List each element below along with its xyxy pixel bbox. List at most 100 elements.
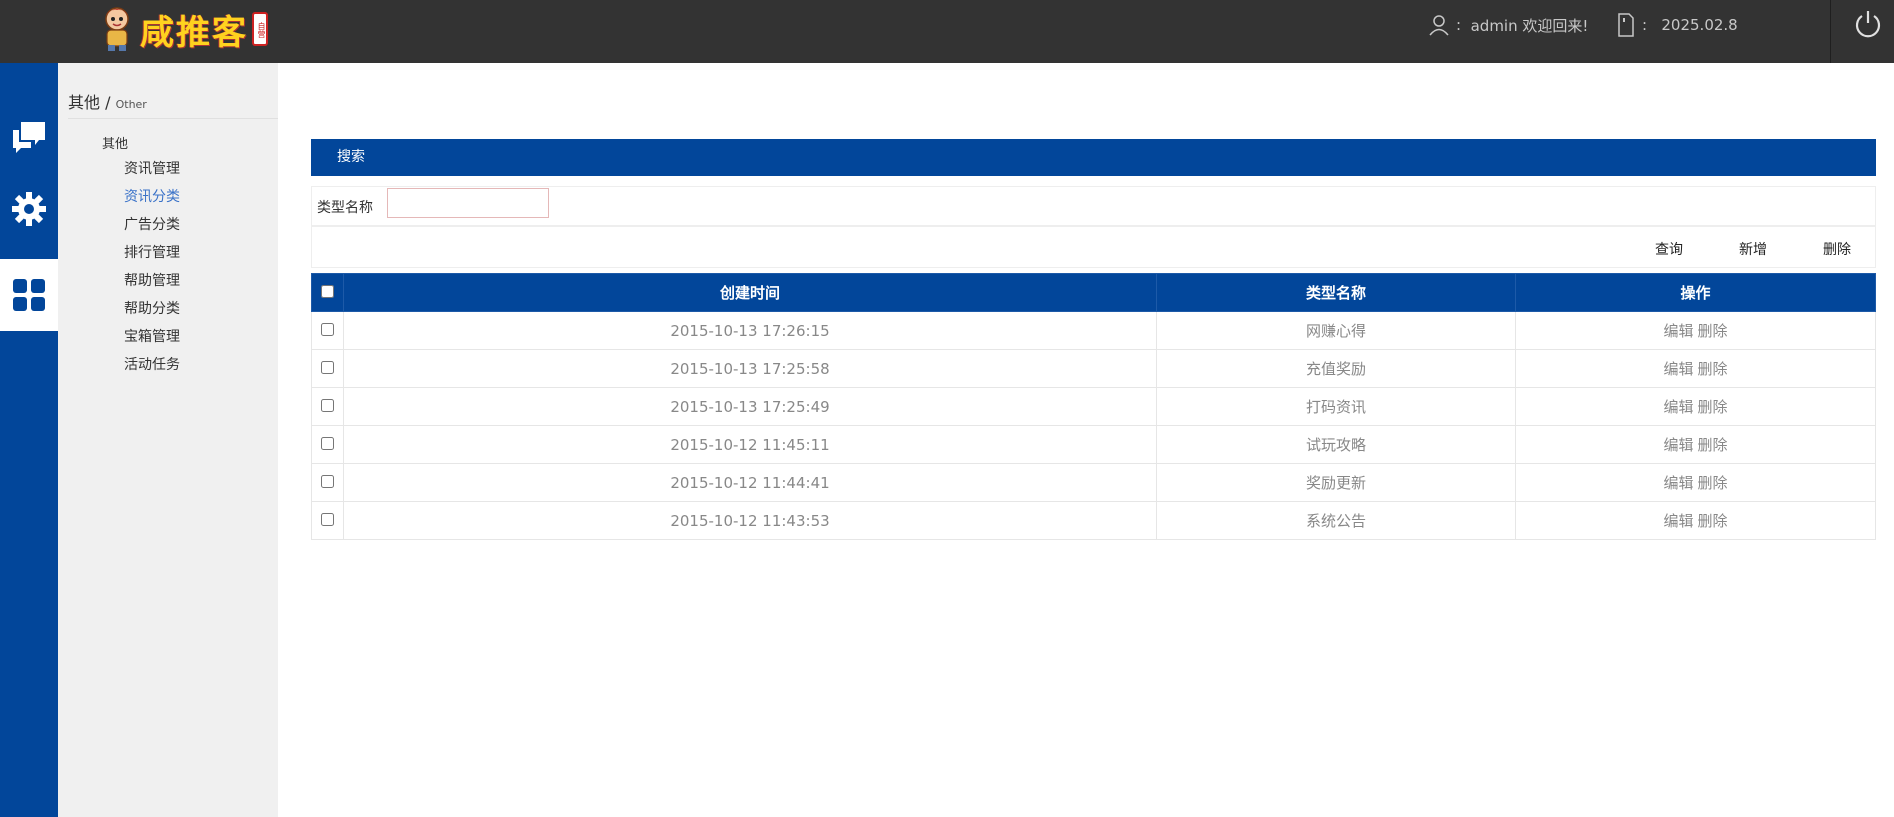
chat-icon <box>13 122 45 153</box>
cell-type-name: 充值奖励 <box>1156 349 1516 388</box>
category-table: 创建时间 类型名称 操作 2015-10-13 17:26:15 网赚心得 编辑 删除… <box>311 273 1876 540</box>
date-display: : 2025.02.8 <box>1616 12 1738 38</box>
row-checkbox[interactable] <box>321 512 334 526</box>
action-toolbar: 查询 新增 删除 <box>311 226 1876 268</box>
add-button[interactable]: 新增 <box>1739 239 1767 259</box>
cell-operations: 编辑 删除 <box>1515 501 1876 540</box>
search-row: 类型名称 <box>311 186 1876 226</box>
row-checkbox[interactable] <box>321 436 334 450</box>
breadcrumb: 其他 / Other <box>68 89 278 119</box>
table-row: 2015-10-12 11:45:11 试玩攻略 编辑 删除 <box>311 425 1876 464</box>
row-checkbox[interactable] <box>321 360 334 374</box>
row-checkbox[interactable] <box>321 398 334 412</box>
rail-item-apps[interactable] <box>0 259 58 331</box>
user-greeting: : admin 欢迎回来! <box>1428 12 1588 38</box>
table-row: 2015-10-13 17:25:49 打码资讯 编辑 删除 <box>311 387 1876 426</box>
sidebar-item-help-category[interactable]: 帮助分类 <box>124 295 180 323</box>
breadcrumb-main: 其他 <box>68 93 101 112</box>
cell-operations: 编辑 删除 <box>1515 463 1876 502</box>
header-type-name: 类型名称 <box>1156 273 1516 312</box>
user-text: admin 欢迎回来! <box>1470 16 1589 35</box>
rail-item-settings[interactable] <box>0 173 58 245</box>
date-text: 2025.02.8 <box>1661 16 1738 34</box>
cell-type-name: 系统公告 <box>1156 501 1516 540</box>
cell-created-time: 2015-10-12 11:45:11 <box>343 425 1157 464</box>
logo-text: 咸推客 <box>140 12 248 53</box>
mascot-icon <box>96 5 138 53</box>
sidebar-item-ranking[interactable]: 排行管理 <box>124 239 180 267</box>
gear-icon <box>12 192 46 226</box>
delete-link[interactable]: 删除 <box>1698 512 1728 530</box>
edit-link[interactable]: 编辑 <box>1663 512 1693 530</box>
power-icon[interactable] <box>1852 8 1884 40</box>
cell-created-time: 2015-10-12 11:43:53 <box>343 501 1157 540</box>
breadcrumb-sub: Other <box>115 98 147 111</box>
table-row: 2015-10-13 17:26:15 网赚心得 编辑 删除 <box>311 311 1876 350</box>
table-row: 2015-10-12 11:43:53 系统公告 编辑 删除 <box>311 501 1876 540</box>
edit-link[interactable]: 编辑 <box>1663 322 1693 340</box>
type-name-input[interactable] <box>387 188 549 218</box>
table-row: 2015-10-12 11:44:41 奖励更新 编辑 删除 <box>311 463 1876 502</box>
row-select-cell <box>311 463 344 502</box>
menu-group-label: 其他 <box>102 137 129 152</box>
edit-link[interactable]: 编辑 <box>1663 360 1693 378</box>
row-select-cell <box>311 425 344 464</box>
phone-icon <box>1618 13 1634 37</box>
row-select-cell <box>311 311 344 350</box>
sidebar: 其他 / Other 其他 资讯管理 资讯分类 广告分类 排行管理 帮助管理 帮… <box>58 63 278 817</box>
delete-link[interactable]: 删除 <box>1698 322 1728 340</box>
row-checkbox[interactable] <box>321 474 334 488</box>
user-icon <box>1429 15 1449 36</box>
header-created-time: 创建时间 <box>343 273 1157 312</box>
sidebar-item-treasure[interactable]: 宝箱管理 <box>124 323 180 351</box>
sidebar-item-help-manage[interactable]: 帮助管理 <box>124 267 180 295</box>
top-divider <box>1830 0 1831 63</box>
edit-link[interactable]: 编辑 <box>1663 398 1693 416</box>
row-checkbox[interactable] <box>321 322 334 336</box>
delete-button[interactable]: 删除 <box>1823 239 1851 259</box>
icon-rail <box>0 63 58 817</box>
cell-created-time: 2015-10-13 17:25:58 <box>343 349 1157 388</box>
edit-link[interactable]: 编辑 <box>1663 436 1693 454</box>
cell-operations: 编辑 删除 <box>1515 349 1876 388</box>
cell-operations: 编辑 删除 <box>1515 425 1876 464</box>
delete-link[interactable]: 删除 <box>1698 398 1728 416</box>
search-panel-title: 搜索 <box>311 139 1876 176</box>
row-select-cell <box>311 501 344 540</box>
cell-type-name: 打码资讯 <box>1156 387 1516 426</box>
edit-link[interactable]: 编辑 <box>1663 474 1693 492</box>
user-prefix: : <box>1456 16 1462 34</box>
rail-item-messages[interactable] <box>0 101 58 173</box>
cell-operations: 编辑 删除 <box>1515 387 1876 426</box>
row-select-cell <box>311 349 344 388</box>
date-prefix: : <box>1642 16 1648 34</box>
cell-type-name: 奖励更新 <box>1156 463 1516 502</box>
delete-link[interactable]: 删除 <box>1698 474 1728 492</box>
logo-seal: 自营 <box>252 12 268 46</box>
type-name-label: 类型名称 <box>317 200 373 216</box>
select-all-cell <box>311 273 344 312</box>
sidebar-item-ad-category[interactable]: 广告分类 <box>124 211 180 239</box>
delete-link[interactable]: 删除 <box>1698 360 1728 378</box>
query-button[interactable]: 查询 <box>1655 239 1683 259</box>
cell-created-time: 2015-10-13 17:26:15 <box>343 311 1157 350</box>
grid-icon <box>13 279 45 311</box>
select-all-checkbox[interactable] <box>321 284 334 298</box>
logo[interactable]: 咸推客 自营 <box>96 2 268 56</box>
cell-created-time: 2015-10-12 11:44:41 <box>343 463 1157 502</box>
top-bar: 咸推客 自营 : admin 欢迎回来! : 2025.02.8 <box>0 0 1894 63</box>
cell-operations: 编辑 删除 <box>1515 311 1876 350</box>
breadcrumb-separator: / <box>105 93 111 112</box>
sidebar-item-news-manage[interactable]: 资讯管理 <box>124 155 180 183</box>
sidebar-item-tasks[interactable]: 活动任务 <box>124 351 180 379</box>
table-header-row: 创建时间 类型名称 操作 <box>311 273 1876 312</box>
row-select-cell <box>311 387 344 426</box>
cell-created-time: 2015-10-13 17:25:49 <box>343 387 1157 426</box>
sidebar-menu: 资讯管理 资讯分类 广告分类 排行管理 帮助管理 帮助分类 宝箱管理 活动任务 <box>124 155 180 379</box>
table-row: 2015-10-13 17:25:58 充值奖励 编辑 删除 <box>311 349 1876 388</box>
header-operations: 操作 <box>1515 273 1876 312</box>
sidebar-item-news-category[interactable]: 资讯分类 <box>124 183 180 211</box>
cell-type-name: 网赚心得 <box>1156 311 1516 350</box>
cell-type-name: 试玩攻略 <box>1156 425 1516 464</box>
delete-link[interactable]: 删除 <box>1698 436 1728 454</box>
